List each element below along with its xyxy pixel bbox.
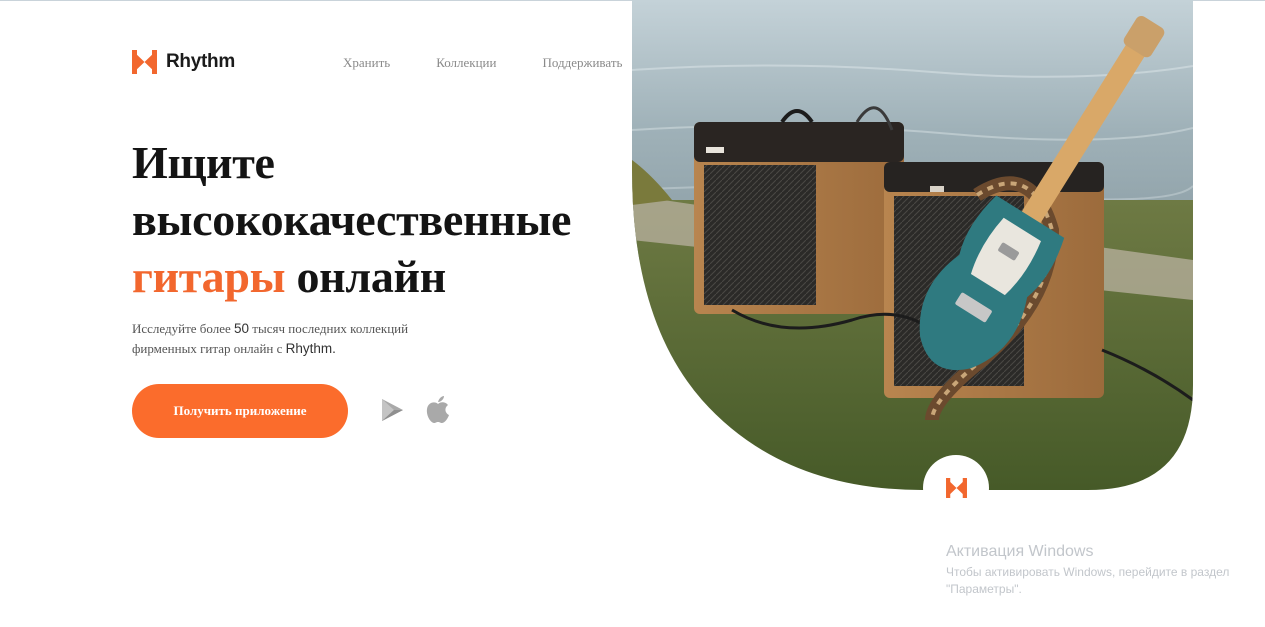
get-app-button[interactable]: Получить приложение: [132, 384, 348, 438]
rhythm-logo-icon: [132, 50, 157, 74]
hero-title-line2: высококачественные: [132, 194, 572, 245]
hero-title: Ищите высококачественные гитары онлайн: [132, 134, 571, 305]
hero-title-line1: Ищите: [132, 137, 275, 188]
hero-guitar-amps-photo: [632, 0, 1193, 490]
watermark-text: Чтобы активировать Windows, перейдите в …: [946, 565, 1230, 596]
hero-description-part1: Исследуйте более: [132, 321, 235, 336]
hero-description: Исследуйте более 50 тысяч последних колл…: [132, 319, 462, 359]
brand-badge: [923, 455, 989, 521]
brand-name: Rhythm: [166, 51, 235, 72]
windows-activation-watermark: Активация Windows Чтобы активировать Win…: [946, 542, 1246, 598]
hero-description-number: 50: [234, 321, 250, 336]
nav-item-store[interactable]: Хранить: [343, 55, 390, 71]
nav-item-support[interactable]: Поддерживать: [542, 55, 635, 71]
brand-logo[interactable]: Rhythm: [132, 50, 235, 74]
hero-title-rest: онлайн: [285, 251, 446, 302]
google-play-icon[interactable]: [381, 398, 404, 427]
main-nav: Хранить Коллекции Поддерживать: [343, 55, 635, 71]
watermark-title: Активация Windows: [946, 543, 1094, 560]
hero-title-accent: гитары: [132, 251, 286, 302]
apple-icon[interactable]: [426, 395, 450, 429]
rhythm-badge-icon: [945, 478, 967, 498]
hero-description-brand: Rhythm.: [285, 341, 336, 356]
nav-item-collections[interactable]: Коллекции: [436, 55, 496, 71]
